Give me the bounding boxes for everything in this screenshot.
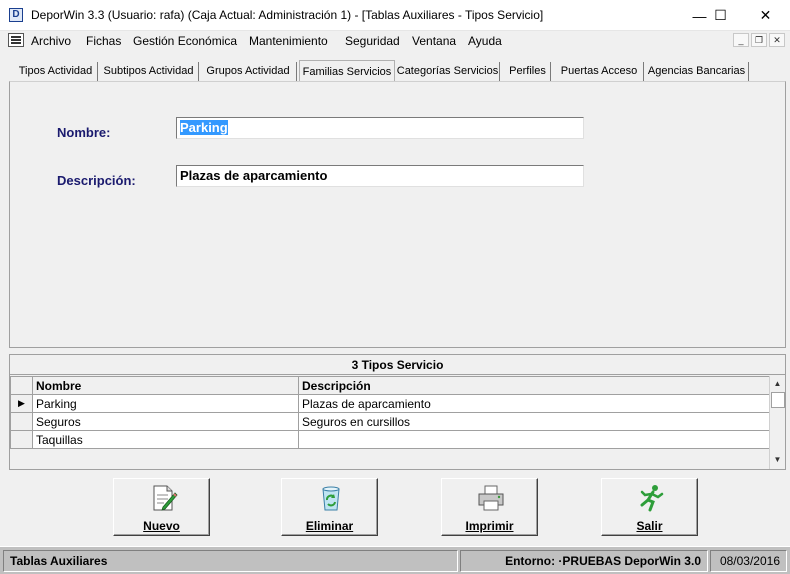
menu-mantenimiento[interactable]: Mantenimiento: [249, 34, 328, 48]
status-entorno: Entorno: ·PRUEBAS DeporWin 3.0: [460, 550, 708, 572]
row-indicator: [10, 430, 33, 449]
new-document-pencil-icon: [153, 485, 178, 511]
cell-nombre[interactable]: Parking: [32, 394, 299, 413]
close-button[interactable]: ✕: [743, 0, 788, 31]
nuevo-button[interactable]: Nuevo: [113, 478, 210, 536]
table-row[interactable]: Seguros Seguros en cursillos: [10, 412, 770, 431]
tab-grupos-actividad[interactable]: Grupos Actividad: [200, 62, 297, 81]
menu-gestion-economica[interactable]: Gestión Económica: [133, 34, 237, 48]
salir-button[interactable]: Salir: [601, 478, 698, 536]
tab-agencias-bancarias[interactable]: Agencias Bancarias: [645, 62, 749, 81]
tab-tipos-actividad[interactable]: Tipos Actividad: [14, 62, 98, 81]
app-icon: D: [9, 8, 23, 22]
mdi-minimize-button[interactable]: _: [733, 33, 749, 47]
status-date: 08/03/2016: [710, 550, 787, 572]
nombre-input[interactable]: Parking: [176, 117, 584, 139]
scroll-down-icon[interactable]: ▼: [770, 453, 785, 467]
tab-categorias-servicios[interactable]: Categorías Servicios: [396, 62, 500, 81]
recycle-bin-icon: [322, 486, 340, 511]
scroll-thumb[interactable]: [771, 392, 785, 408]
menu-archivo[interactable]: Archivo: [31, 34, 71, 48]
menu-ayuda[interactable]: Ayuda: [468, 34, 502, 48]
imprimir-button[interactable]: Imprimir: [441, 478, 538, 536]
menu-fichas[interactable]: Fichas: [86, 34, 121, 48]
row-indicator: [10, 412, 33, 431]
current-row-indicator-icon: ▶: [10, 394, 33, 413]
tab-puertas-acceso[interactable]: Puertas Acceso: [555, 62, 644, 81]
table-row[interactable]: ▶ Parking Plazas de aparcamiento: [10, 394, 770, 413]
tab-subtipos-actividad[interactable]: Subtipos Actividad: [99, 62, 199, 81]
descripcion-input[interactable]: Plazas de aparcamiento: [176, 165, 584, 187]
menu-ventana[interactable]: Ventana: [412, 34, 456, 48]
column-header-nombre[interactable]: Nombre: [32, 376, 299, 395]
form-panel: Nombre: Parking Descripción: Plazas de a…: [9, 81, 786, 348]
cell-descripcion[interactable]: Plazas de aparcamiento: [298, 394, 770, 413]
descripcion-label: Descripción:: [57, 173, 136, 188]
tab-strip: Tipos Actividad Subtipos Actividad Grupo…: [9, 60, 785, 82]
tab-familias-servicios[interactable]: Familias Servicios: [299, 60, 395, 82]
cell-nombre[interactable]: Taquillas: [32, 430, 299, 449]
status-left: Tablas Auxiliares: [3, 550, 458, 572]
nuevo-label: Nuevo: [143, 519, 180, 533]
grid-caption: 3 Tipos Servicio: [10, 355, 785, 375]
status-bar: Tablas Auxiliares Entorno: ·PRUEBAS Depo…: [0, 546, 790, 574]
table-row[interactable]: Taquillas: [10, 430, 770, 449]
nombre-value: Parking: [180, 120, 228, 135]
nombre-label: Nombre:: [57, 125, 111, 140]
grid-table: Nombre Descripción ▶ Parking Plazas de a…: [10, 376, 770, 449]
printer-icon: [478, 485, 504, 511]
tab-perfiles[interactable]: Perfiles: [505, 62, 551, 81]
row-indicator-header: [10, 376, 33, 395]
salir-label: Salir: [636, 519, 663, 533]
cell-nombre[interactable]: Seguros: [32, 412, 299, 431]
title-bar: D DeporWin 3.3 (Usuario: rafa) (Caja Act…: [0, 0, 790, 31]
mdi-restore-button[interactable]: ❐: [751, 33, 767, 47]
document-icon[interactable]: [8, 33, 24, 47]
imprimir-label: Imprimir: [465, 519, 514, 533]
maximize-button[interactable]: ☐: [698, 0, 743, 31]
column-header-descripcion[interactable]: Descripción: [298, 376, 770, 395]
eliminar-label: Eliminar: [305, 519, 354, 533]
running-man-exit-icon: [640, 485, 664, 512]
cell-descripcion[interactable]: Seguros en cursillos: [298, 412, 770, 431]
vertical-scrollbar[interactable]: ▲ ▼: [769, 376, 785, 469]
scroll-up-icon[interactable]: ▲: [770, 377, 785, 391]
mdi-close-button[interactable]: ✕: [769, 33, 785, 47]
menu-seguridad[interactable]: Seguridad: [345, 34, 400, 48]
menu-bar: Archivo Fichas Gestión Económica Manteni…: [0, 31, 790, 51]
grid-header-row: Nombre Descripción: [10, 376, 770, 395]
data-grid: 3 Tipos Servicio Nombre Descripción ▶ Pa…: [9, 354, 786, 470]
eliminar-button[interactable]: Eliminar: [281, 478, 378, 536]
window-title: DeporWin 3.3 (Usuario: rafa) (Caja Actua…: [31, 8, 544, 22]
cell-descripcion[interactable]: [298, 430, 770, 449]
